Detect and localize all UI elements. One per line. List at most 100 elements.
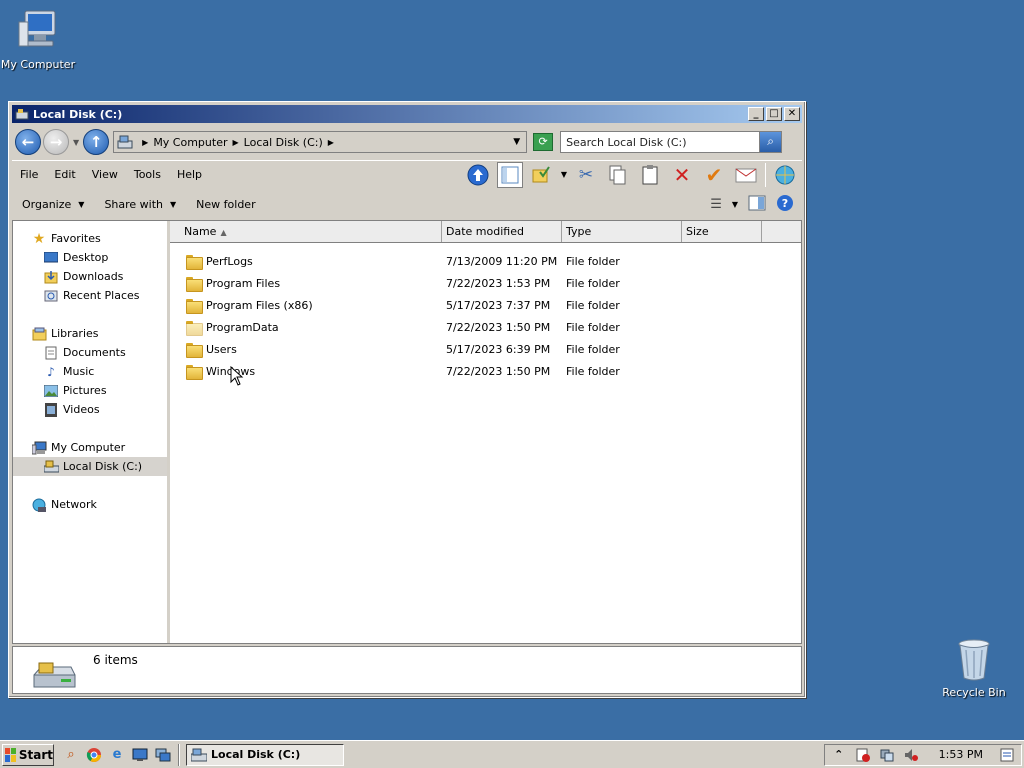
column-header-row: Name ▲ Date modified Type Size	[170, 221, 801, 243]
breadcrumb-arrow-icon[interactable]: ▶	[328, 138, 334, 147]
folder-icon	[186, 342, 203, 358]
recent-places-icon	[43, 288, 59, 304]
close-button[interactable]: ✕	[784, 107, 800, 121]
column-date-modified[interactable]: Date modified	[442, 221, 562, 242]
copy-button[interactable]	[605, 162, 631, 188]
maximize-button[interactable]: □	[766, 107, 782, 121]
properties-button[interactable]: ✔	[701, 162, 727, 188]
file-date: 5/17/2023 6:39 PM	[446, 342, 551, 356]
organize-button[interactable]: Organize ▼	[12, 198, 94, 211]
menu-view[interactable]: View	[84, 168, 126, 181]
breadcrumb-arrow-icon[interactable]: ▶	[233, 138, 239, 147]
chrome-icon[interactable]	[85, 746, 103, 764]
start-button[interactable]: Start	[2, 743, 54, 766]
table-row[interactable]: Windows 7/22/2023 1:50 PM File folder	[170, 360, 801, 382]
table-row[interactable]: Program Files 7/22/2023 1:53 PM File fol…	[170, 272, 801, 294]
action-center-icon[interactable]	[855, 747, 871, 763]
back-button[interactable]: ←	[15, 129, 41, 155]
view-pane-button[interactable]	[496, 161, 523, 188]
address-dropdown-icon[interactable]: ▼	[513, 137, 520, 147]
search-icon: ⌕	[767, 134, 775, 148]
view-dropdown-icon[interactable]: ▼	[732, 200, 738, 209]
nav-my-computer[interactable]: My Computer	[13, 438, 167, 457]
column-type[interactable]: Type	[562, 221, 682, 242]
nav-pictures[interactable]: Pictures	[13, 381, 167, 400]
help-icon[interactable]: ?	[776, 194, 794, 215]
nav-documents[interactable]: Documents	[13, 343, 167, 362]
cut-button[interactable]: ✂	[573, 162, 599, 188]
documents-icon	[43, 345, 59, 361]
minimize-button[interactable]: _	[748, 107, 764, 121]
taskbar-item-local-disk[interactable]: Local Disk (C:)	[186, 743, 344, 766]
column-size[interactable]: Size	[682, 221, 762, 242]
nav-desktop[interactable]: Desktop	[13, 248, 167, 267]
folder-check-icon	[532, 165, 550, 182]
breadcrumb-my-computer[interactable]: My Computer	[153, 136, 227, 149]
menu-edit[interactable]: Edit	[46, 168, 83, 181]
new-folder-button[interactable]: New folder	[186, 198, 265, 211]
table-row[interactable]: PerfLogs 7/13/2009 11:20 PM File folder	[170, 250, 801, 272]
nav-network[interactable]: Network	[13, 495, 167, 514]
internet-explorer-icon[interactable]: e	[108, 746, 126, 764]
show-hidden-icons-icon[interactable]: ⌃	[831, 747, 847, 763]
search-quicklaunch-icon[interactable]: ⌕	[62, 746, 80, 764]
nav-videos[interactable]: Videos	[13, 400, 167, 419]
volume-muted-icon[interactable]	[903, 747, 919, 763]
table-row[interactable]: ProgramData 7/22/2023 1:50 PM File folde…	[170, 316, 801, 338]
nav-recent-places[interactable]: Recent Places	[13, 286, 167, 305]
main-area: ★ Favorites Desktop Downloads Recent Pla…	[12, 220, 802, 644]
title-bar[interactable]: Local Disk (C:) _ □ ✕	[12, 105, 802, 123]
menu-help[interactable]: Help	[169, 168, 210, 181]
history-dropdown-icon[interactable]: ▼	[73, 138, 79, 147]
file-date: 7/22/2023 1:50 PM	[446, 364, 551, 378]
nav-local-disk[interactable]: Local Disk (C:)	[13, 457, 167, 476]
file-type: File folder	[566, 364, 620, 378]
folder-options-button[interactable]	[529, 162, 555, 188]
desktop-icon-recycle-bin[interactable]: Recycle Bin	[934, 636, 1014, 699]
view-details-icon[interactable]: ☰	[710, 197, 722, 212]
clock[interactable]: 1:53 PM	[939, 748, 983, 761]
internet-button[interactable]	[772, 162, 798, 188]
up-folder-button[interactable]	[465, 162, 491, 188]
search-input[interactable]: Search Local Disk (C:) ⌕	[560, 131, 783, 153]
up-button[interactable]: ↑	[83, 129, 110, 155]
paste-button[interactable]	[637, 162, 663, 188]
email-button[interactable]	[733, 162, 759, 188]
file-name: ProgramData	[206, 320, 279, 334]
nav-music[interactable]: ♪ Music	[13, 362, 167, 381]
delete-button[interactable]: ✕	[669, 162, 695, 188]
file-name: Users	[206, 342, 237, 356]
folder-icon	[186, 298, 203, 314]
desktop-icon-my-computer[interactable]: My Computer	[0, 8, 78, 71]
table-row[interactable]: Users 5/17/2023 6:39 PM File folder	[170, 338, 801, 360]
language-icon[interactable]	[999, 747, 1015, 763]
column-name[interactable]: Name ▲	[170, 221, 442, 242]
menu-file[interactable]: File	[12, 168, 46, 181]
toolbar: ▼ ✂ ✕ ✔	[465, 161, 798, 188]
show-desktop-icon[interactable]	[131, 746, 149, 764]
file-name: PerfLogs	[206, 254, 253, 268]
chevron-down-icon: ▼	[78, 199, 85, 209]
address-bar[interactable]: ▶ My Computer ▶ Local Disk (C:) ▶ ▼	[113, 131, 528, 153]
location-icon	[117, 135, 133, 149]
preview-pane-icon[interactable]	[748, 195, 766, 214]
nav-downloads[interactable]: Downloads	[13, 267, 167, 286]
network-tray-icon[interactable]	[879, 747, 895, 763]
breadcrumb-local-disk[interactable]: Local Disk (C:)	[244, 136, 323, 149]
search-button[interactable]: ⌕	[759, 132, 782, 152]
system-tray: ⌃ 1:53 PM	[823, 743, 1022, 766]
folder-options-dropdown-icon[interactable]: ▼	[561, 170, 567, 179]
breadcrumb-arrow-icon[interactable]: ▶	[142, 138, 148, 147]
menu-tools[interactable]: Tools	[126, 168, 169, 181]
nav-libraries[interactable]: Libraries	[13, 324, 167, 343]
copy-icon	[609, 165, 626, 184]
table-row[interactable]: Program Files (x86) 5/17/2023 7:37 PM Fi…	[170, 294, 801, 316]
forward-button[interactable]: →	[43, 129, 69, 155]
scissors-icon: ✂	[578, 164, 594, 185]
switch-windows-icon[interactable]	[154, 746, 172, 764]
share-with-button[interactable]: Share with ▼	[94, 198, 186, 211]
search-placeholder: Search Local Disk (C:)	[566, 135, 687, 149]
refresh-button[interactable]: ⟳	[533, 133, 554, 151]
nav-favorites[interactable]: ★ Favorites	[13, 229, 167, 248]
